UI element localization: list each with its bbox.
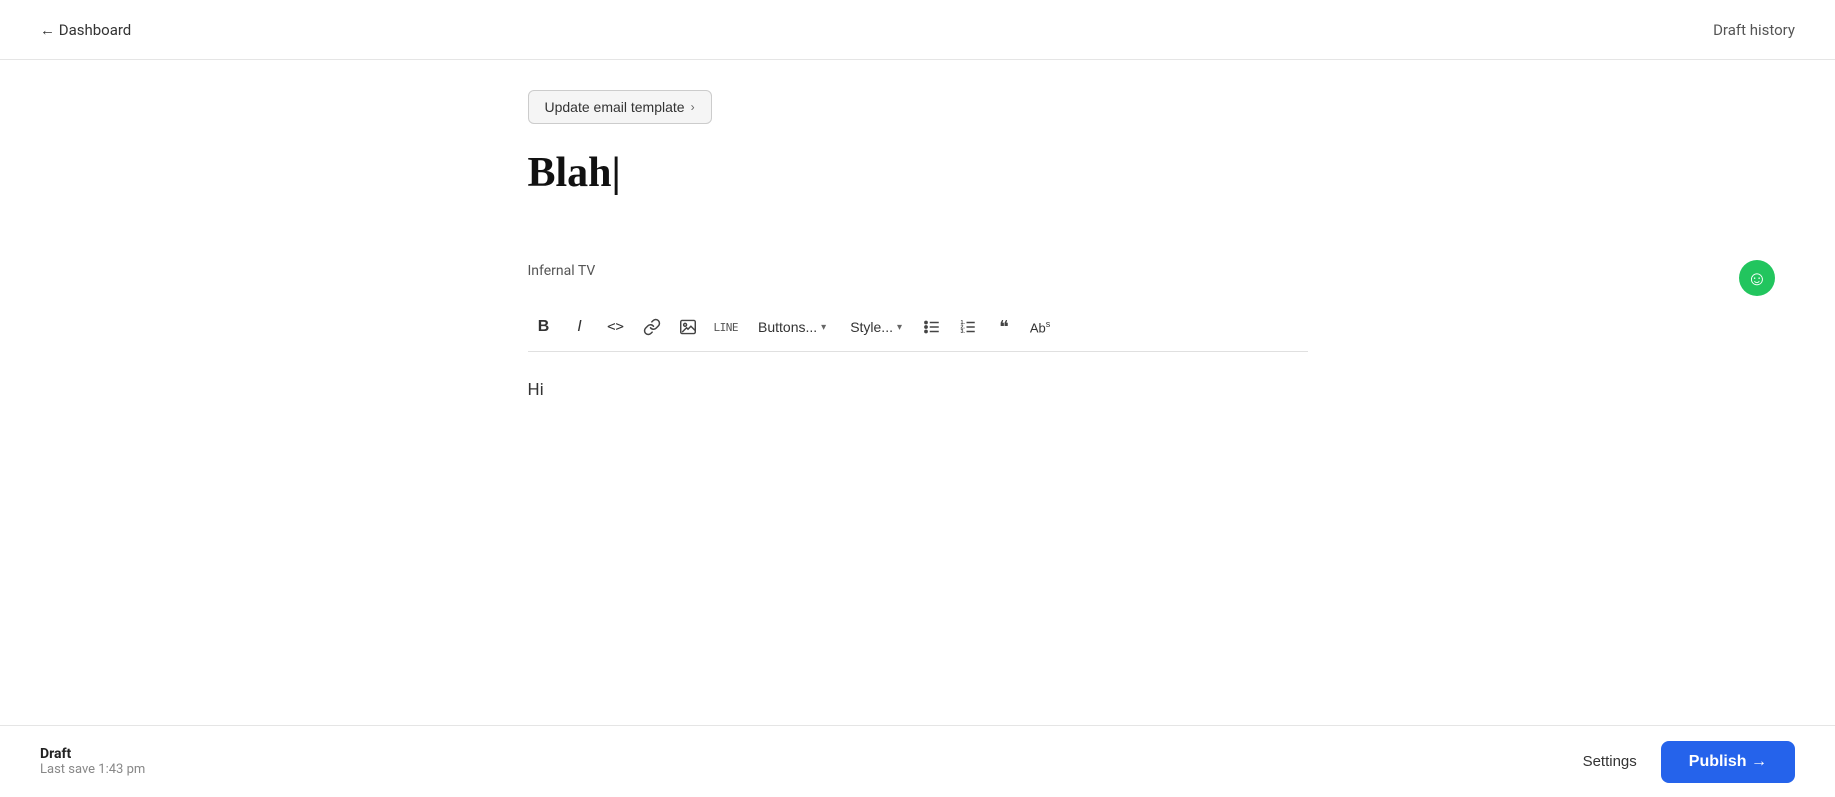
draft-label: Draft xyxy=(40,746,145,762)
superscript-icon: Abs xyxy=(1030,319,1050,335)
draft-info: Draft Last save 1:43 pm xyxy=(40,746,145,777)
image-button[interactable] xyxy=(672,311,704,343)
link-button[interactable] xyxy=(636,311,668,343)
bottom-bar: Draft Last save 1:43 pm Settings Publish… xyxy=(0,725,1835,797)
main-content: Update email template › Blah Infernal TV… xyxy=(0,60,1835,725)
smiley-emoji: ☺ xyxy=(1747,266,1767,291)
buttons-dropdown[interactable]: Buttons... ▾ xyxy=(748,311,836,343)
post-body-editor[interactable]: Hi xyxy=(528,376,1308,576)
back-label: ← Dashboard xyxy=(40,21,131,39)
link-icon xyxy=(643,318,661,336)
ordered-list-icon: 1. 2. 3. xyxy=(959,318,977,336)
chevron-right-icon: › xyxy=(691,100,695,114)
superscript-button[interactable]: Abs xyxy=(1024,311,1056,343)
style-dropdown[interactable]: Style... ▾ xyxy=(840,311,912,343)
unordered-list-button[interactable] xyxy=(916,311,948,343)
last-save-label: Last save 1:43 pm xyxy=(40,762,145,777)
content-wrapper: Update email template › Blah Infernal TV… xyxy=(528,90,1308,576)
image-icon xyxy=(679,319,697,335)
blockquote-icon: ❝ xyxy=(999,317,1009,338)
post-author: Infernal TV xyxy=(528,263,1308,279)
style-label: Style... xyxy=(850,319,893,335)
back-to-dashboard-link[interactable]: ← Dashboard xyxy=(40,21,131,39)
top-nav: ← Dashboard Draft history xyxy=(0,0,1835,60)
divider-button[interactable]: LINE xyxy=(708,311,745,343)
svg-text:3.: 3. xyxy=(961,329,966,335)
blockquote-button[interactable]: ❝ xyxy=(988,311,1020,343)
draft-history-link[interactable]: Draft history xyxy=(1713,21,1795,39)
settings-button[interactable]: Settings xyxy=(1583,753,1637,770)
post-title-input[interactable]: Blah xyxy=(528,148,1308,198)
style-dropdown-arrow: ▾ xyxy=(897,322,902,333)
smiley-indicator: ☺ xyxy=(1739,260,1775,296)
update-email-template-button[interactable]: Update email template › xyxy=(528,90,712,124)
publish-button[interactable]: Publish → xyxy=(1661,741,1795,783)
divider-label: LINE xyxy=(714,321,739,334)
ordered-list-button[interactable]: 1. 2. 3. xyxy=(952,311,984,343)
update-template-label: Update email template xyxy=(545,99,685,115)
post-subtitle-input[interactable] xyxy=(528,218,1308,239)
bold-button[interactable]: B xyxy=(528,311,560,343)
italic-button[interactable]: I xyxy=(564,311,596,343)
unordered-list-icon xyxy=(923,318,941,336)
code-button[interactable]: <> xyxy=(600,311,632,343)
buttons-label: Buttons... xyxy=(758,319,817,335)
bottom-right-actions: Settings Publish → xyxy=(1583,741,1795,783)
buttons-dropdown-arrow: ▾ xyxy=(821,322,826,333)
editor-toolbar: B I <> LINE Buttons... ▾ xyxy=(528,303,1308,352)
